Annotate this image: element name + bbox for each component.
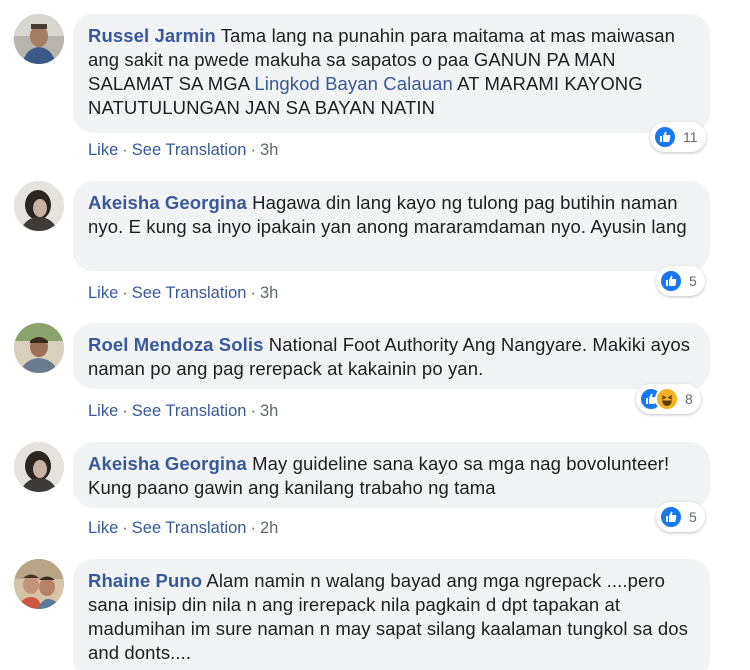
avatar-photo bbox=[14, 14, 64, 64]
comment-actions: Like · See Translation · 2h bbox=[88, 518, 278, 538]
avatar[interactable] bbox=[14, 442, 64, 492]
separator: · bbox=[122, 519, 128, 537]
comment-author[interactable]: Roel Mendoza Solis bbox=[88, 334, 264, 355]
like-button[interactable]: Like bbox=[88, 141, 118, 159]
comment-bubble: Rhaine Puno Alam namin n walang bayad an… bbox=[73, 559, 710, 670]
timestamp[interactable]: 3h bbox=[260, 284, 278, 302]
see-translation-link[interactable]: See Translation bbox=[132, 141, 247, 159]
avatar[interactable] bbox=[14, 323, 64, 373]
avatar[interactable] bbox=[14, 559, 64, 609]
avatar-photo bbox=[14, 442, 64, 492]
comment-bubble: Akeisha Georgina May guideline sana kayo… bbox=[73, 442, 710, 508]
comment-actions: Like · See Translation · 3h bbox=[88, 140, 278, 160]
separator: · bbox=[250, 519, 256, 537]
like-icon bbox=[659, 505, 683, 529]
comment-bubble: Akeisha Georgina Hagawa din lang kayo ng… bbox=[73, 181, 710, 271]
comment-author[interactable]: Russel Jarmin bbox=[88, 25, 216, 46]
reaction-count: 5 bbox=[689, 509, 697, 525]
reaction-count: 8 bbox=[685, 391, 693, 407]
comment-author[interactable]: Akeisha Georgina bbox=[88, 453, 247, 474]
separator: · bbox=[122, 402, 128, 420]
avatar[interactable] bbox=[14, 14, 64, 64]
separator: · bbox=[250, 284, 256, 302]
like-button[interactable]: Like bbox=[88, 519, 118, 537]
like-icon bbox=[653, 125, 677, 149]
timestamp[interactable]: 2h bbox=[260, 519, 278, 537]
comment-bubble: Russel Jarmin Tama lang na punahin para … bbox=[73, 14, 710, 133]
like-button[interactable]: Like bbox=[88, 284, 118, 302]
see-translation-link[interactable]: See Translation bbox=[132, 284, 247, 302]
reaction-summary[interactable]: 5 bbox=[656, 502, 705, 532]
timestamp[interactable]: 3h bbox=[260, 141, 278, 159]
comment-author[interactable]: Rhaine Puno bbox=[88, 570, 202, 591]
reaction-count: 5 bbox=[689, 273, 697, 289]
reaction-summary[interactable]: 8 bbox=[636, 384, 701, 414]
separator: · bbox=[250, 141, 256, 159]
tagged-page-link[interactable]: Lingkod Bayan Calauan bbox=[254, 73, 453, 94]
reaction-summary[interactable]: 5 bbox=[656, 266, 705, 296]
like-icon bbox=[659, 269, 683, 293]
separator: · bbox=[250, 402, 256, 420]
reaction-summary[interactable]: 11 bbox=[650, 122, 706, 152]
avatar-photo bbox=[14, 323, 64, 373]
avatar[interactable] bbox=[14, 181, 64, 231]
avatar-photo bbox=[14, 559, 64, 609]
separator: · bbox=[122, 141, 128, 159]
haha-icon bbox=[655, 387, 679, 411]
comment-actions: Like · See Translation · 3h bbox=[88, 401, 278, 421]
comment-actions: Like · See Translation · 3h bbox=[88, 283, 278, 303]
timestamp[interactable]: 3h bbox=[260, 402, 278, 420]
see-translation-link[interactable]: See Translation bbox=[132, 519, 247, 537]
comment-bubble: Roel Mendoza Solis National Foot Authori… bbox=[73, 323, 710, 389]
comment-author[interactable]: Akeisha Georgina bbox=[88, 192, 247, 213]
see-translation-link[interactable]: See Translation bbox=[132, 402, 247, 420]
reaction-count: 11 bbox=[683, 129, 698, 145]
separator: · bbox=[122, 284, 128, 302]
avatar-photo bbox=[14, 181, 64, 231]
like-button[interactable]: Like bbox=[88, 402, 118, 420]
